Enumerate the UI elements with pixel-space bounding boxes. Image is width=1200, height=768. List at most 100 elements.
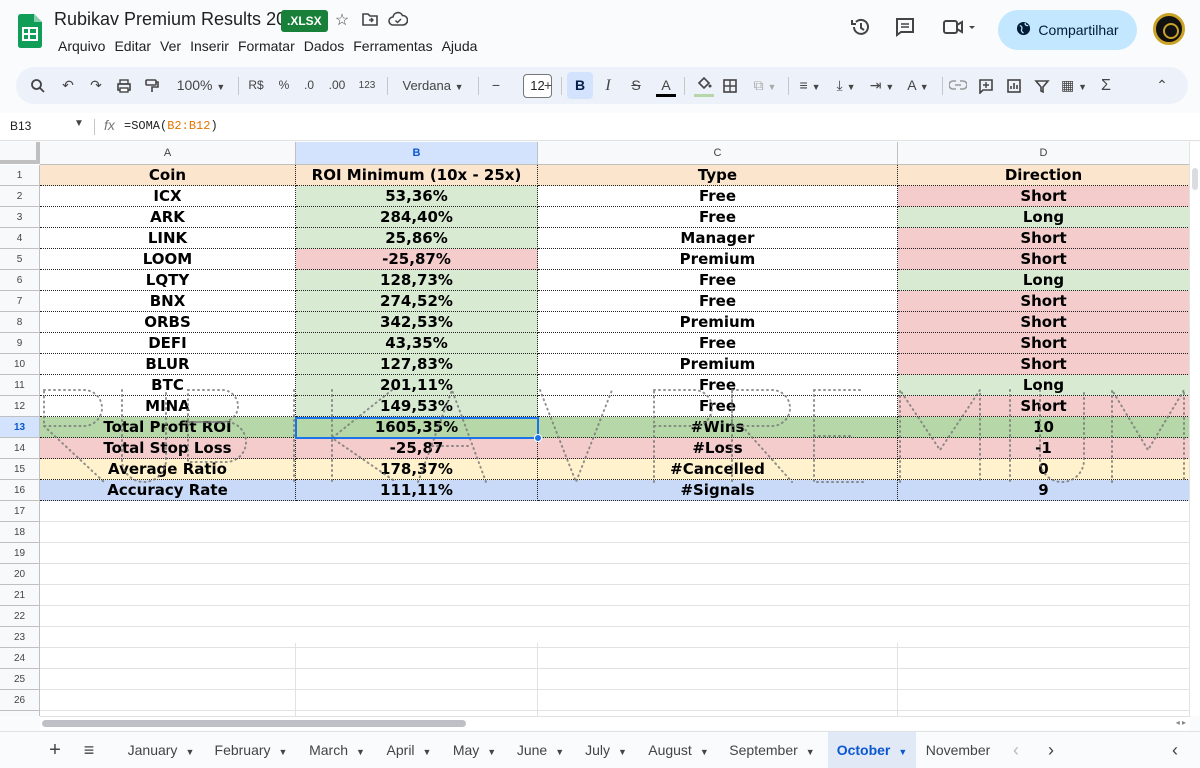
menu-editar[interactable]: Editar: [110, 38, 155, 54]
filter-icon[interactable]: [1032, 72, 1052, 99]
text-wrapping-icon[interactable]: ⇥ ▼: [866, 72, 898, 99]
version-history-icon[interactable]: [847, 16, 875, 44]
row-header[interactable]: 6: [0, 270, 40, 291]
cell-d[interactable]: Short: [898, 312, 1190, 333]
cell-c[interactable]: Free: [538, 186, 898, 207]
cell-b[interactable]: 128,73%: [296, 270, 538, 291]
menu-ajuda[interactable]: Ajuda: [438, 38, 482, 54]
cell-a[interactable]: Total Profit ROI: [40, 417, 296, 438]
row-header[interactable]: 7: [0, 291, 40, 312]
chevron-down-icon[interactable]: ▼: [555, 747, 564, 757]
cell-c[interactable]: Free: [538, 333, 898, 354]
sheets-logo-icon[interactable]: [18, 14, 42, 48]
empty-row[interactable]: [40, 669, 1190, 690]
cell-d[interactable]: Short: [898, 186, 1190, 207]
row-header[interactable]: 20: [0, 564, 40, 585]
chevron-down-icon[interactable]: ▼: [700, 747, 709, 757]
cell-a[interactable]: ARK: [40, 207, 296, 228]
cell-b[interactable]: 53,36%: [296, 186, 538, 207]
search-menus-icon[interactable]: [28, 72, 48, 99]
row-header[interactable]: 2: [0, 186, 40, 207]
menu-ver[interactable]: Ver: [156, 38, 185, 54]
cell-b[interactable]: 274,52%: [296, 291, 538, 312]
borders-icon[interactable]: [720, 72, 740, 99]
star-icon[interactable]: ☆: [331, 10, 353, 32]
sheet-tab-april[interactable]: April ▼: [378, 732, 440, 768]
column-header-d[interactable]: D: [898, 142, 1190, 165]
currency-format-button[interactable]: R$: [246, 72, 266, 99]
vertical-align-icon[interactable]: ⤓ ▼: [830, 72, 862, 99]
text-rotation-icon[interactable]: A ▼: [902, 72, 934, 99]
name-box[interactable]: B13: [10, 119, 31, 133]
cell-b[interactable]: -25,87: [296, 438, 538, 459]
row-header[interactable]: 10: [0, 354, 40, 375]
row-header[interactable]: 5: [0, 249, 40, 270]
row-header[interactable]: 16: [0, 480, 40, 501]
percent-format-button[interactable]: %: [274, 72, 294, 99]
comments-icon[interactable]: [891, 16, 919, 44]
cell-c[interactable]: Premium: [538, 312, 898, 333]
cell-a[interactable]: DEFI: [40, 333, 296, 354]
font-size-increase-icon[interactable]: +: [538, 72, 558, 99]
sheet-tab-february[interactable]: February ▼: [206, 732, 296, 768]
insert-link-icon[interactable]: [948, 72, 968, 99]
select-all-corner[interactable]: [0, 142, 40, 164]
scroll-tabs-left-icon[interactable]: ‹: [1006, 732, 1026, 768]
cell-b[interactable]: 111,11%: [296, 480, 538, 501]
row-header[interactable]: 3: [0, 207, 40, 228]
column-header-b[interactable]: B: [296, 142, 538, 165]
row-header[interactable]: 12: [0, 396, 40, 417]
cell-b[interactable]: 284,40%: [296, 207, 538, 228]
decrease-decimal-button[interactable]: .0: [299, 72, 319, 99]
cell-c[interactable]: Free: [538, 270, 898, 291]
undo-icon[interactable]: ↶: [58, 72, 78, 99]
cell-a[interactable]: BLUR: [40, 354, 296, 375]
collapse-sidebar-icon[interactable]: ‹: [1165, 732, 1185, 768]
cell-c[interactable]: #Loss: [538, 438, 898, 459]
cloud-status-icon[interactable]: [387, 10, 409, 32]
italic-button[interactable]: I: [598, 72, 618, 99]
row-header[interactable]: 27: [0, 711, 40, 716]
strikethrough-button[interactable]: S: [626, 72, 646, 99]
row-header[interactable]: 19: [0, 543, 40, 564]
header-cell-c[interactable]: Type: [538, 165, 898, 186]
move-folder-icon[interactable]: [359, 10, 381, 32]
menu-formatar[interactable]: Formatar: [234, 38, 299, 54]
font-size-decrease-icon[interactable]: −: [486, 72, 506, 99]
cell-b[interactable]: 342,53%: [296, 312, 538, 333]
fill-color-icon[interactable]: [692, 72, 716, 99]
sheet-tab-july[interactable]: July ▼: [576, 732, 636, 768]
all-sheets-icon[interactable]: ≡: [78, 732, 100, 768]
cell-d[interactable]: Short: [898, 354, 1190, 375]
row-header[interactable]: 9: [0, 333, 40, 354]
functions-icon[interactable]: Σ: [1096, 72, 1116, 99]
row-header[interactable]: 15: [0, 459, 40, 480]
empty-row[interactable]: [40, 606, 1190, 627]
cell-d[interactable]: Short: [898, 396, 1190, 417]
cell-a[interactable]: ICX: [40, 186, 296, 207]
row-header[interactable]: 26: [0, 690, 40, 711]
chevron-down-icon[interactable]: ▼: [487, 747, 496, 757]
cell-d[interactable]: Long: [898, 207, 1190, 228]
row-header[interactable]: 21: [0, 585, 40, 606]
empty-row[interactable]: [40, 585, 1190, 606]
row-header[interactable]: 22: [0, 606, 40, 627]
account-avatar[interactable]: [1153, 13, 1185, 45]
cell-a[interactable]: ORBS: [40, 312, 296, 333]
print-icon[interactable]: [114, 72, 134, 99]
row-header[interactable]: 14: [0, 438, 40, 459]
row-header[interactable]: 13: [0, 417, 40, 438]
menu-dados[interactable]: Dados: [300, 38, 348, 54]
cell-a[interactable]: LQTY: [40, 270, 296, 291]
sheet-tab-august[interactable]: August ▼: [640, 732, 717, 768]
cell-d[interactable]: Long: [898, 270, 1190, 291]
horizontal-align-icon[interactable]: ≡ ▼: [794, 72, 826, 99]
sheet-tab-january[interactable]: January ▼: [118, 732, 204, 768]
column-header-a[interactable]: A: [40, 142, 296, 165]
cell-c[interactable]: #Signals: [538, 480, 898, 501]
row-header[interactable]: 23: [0, 627, 40, 648]
menu-ferramentas[interactable]: Ferramentas: [349, 38, 436, 54]
chevron-down-icon[interactable]: ▼: [423, 747, 432, 757]
chevron-down-icon[interactable]: ▼: [279, 747, 288, 757]
zoom-select[interactable]: 100% ▼: [172, 72, 230, 99]
